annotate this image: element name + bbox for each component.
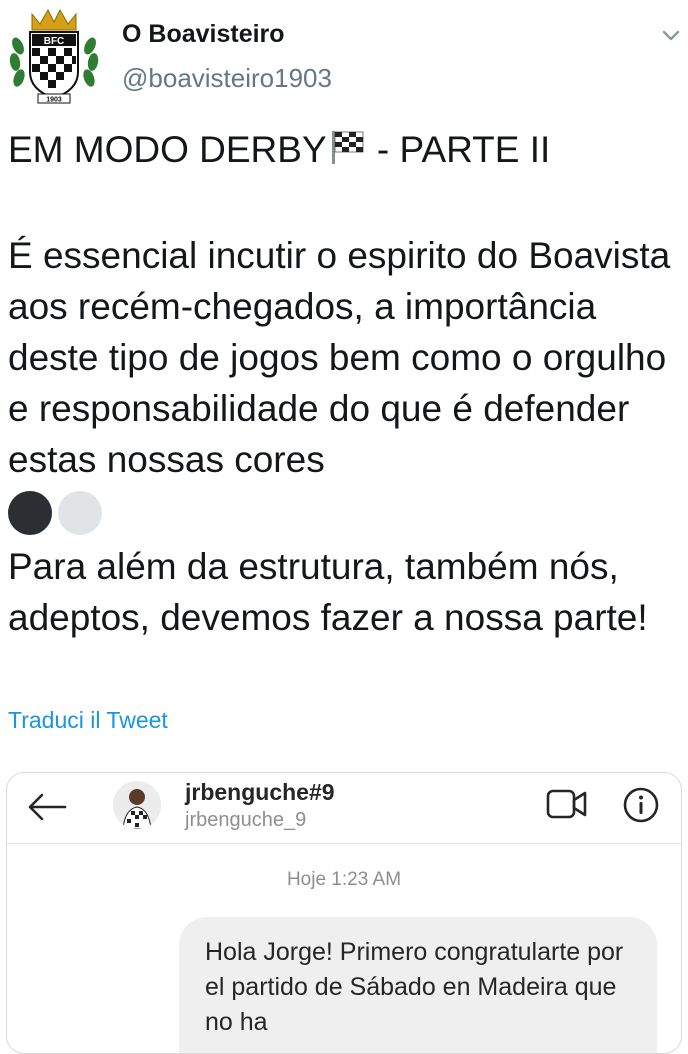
dm-header-divider xyxy=(7,843,681,844)
club-colors-emoji xyxy=(8,485,684,541)
tweet-title-suffix: - PARTE II xyxy=(366,129,551,170)
account-name[interactable]: O Boavisteiro xyxy=(122,20,285,49)
tweet-header: BFC 1903 O Boavisteiro @boavisteiro1903 xyxy=(0,0,688,110)
crest-year: 1903 xyxy=(46,97,62,104)
account-handle[interactable]: @boavisteiro1903 xyxy=(122,63,332,94)
tweet-paragraph-1: É essencial incutir o espirito do Boavis… xyxy=(8,235,671,480)
back-arrow-icon xyxy=(25,791,69,823)
info-icon xyxy=(621,785,661,825)
contact-name: jrbenguche#9 xyxy=(185,779,335,805)
tweet-title: EM MODO DERBY xyxy=(8,129,327,170)
tweet-paragraph-2: Para além da estrutura, também nós, adep… xyxy=(8,546,648,638)
message-bubble: Hola Jorge! Primero congratularte por el… xyxy=(179,917,657,1053)
contact-username: jrbenguche_9 xyxy=(185,809,307,831)
checkered-flag-icon xyxy=(329,128,367,179)
boavista-crest-icon[interactable]: BFC 1903 xyxy=(6,6,102,104)
contact-avatar xyxy=(113,781,161,829)
embedded-dm-screenshot[interactable]: jrbenguche#9 jrbenguche_9 Hoje 1:23 AM H… xyxy=(6,772,682,1054)
tweet-text: EM MODO DERBY - PARTE II É essencial inc… xyxy=(8,124,684,643)
translate-tweet-link[interactable]: Traduci il Tweet xyxy=(8,707,168,734)
white-circle-icon xyxy=(58,491,102,535)
message-timestamp: Hoje 1:23 AM xyxy=(286,869,402,890)
chevron-down-icon[interactable] xyxy=(660,24,682,46)
crest-letters: BFC xyxy=(44,36,65,47)
black-circle-icon xyxy=(8,491,52,535)
tweet-title-line: EM MODO DERBY - PARTE II xyxy=(8,124,684,179)
video-call-icon xyxy=(545,787,589,821)
